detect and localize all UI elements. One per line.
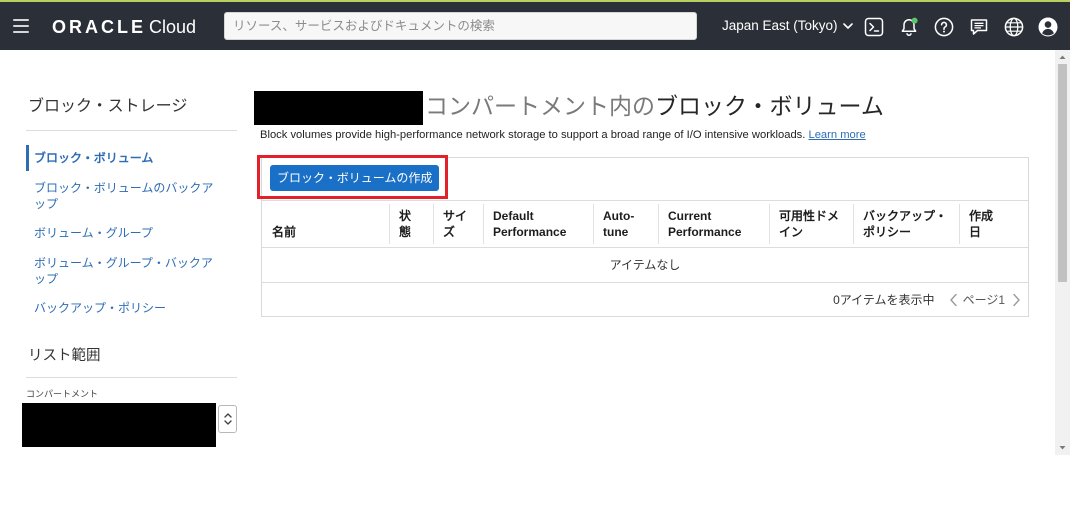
scroll-down-arrow-icon[interactable] bbox=[1055, 444, 1070, 452]
compartment-select-toggle[interactable] bbox=[218, 405, 237, 433]
vertical-scrollbar[interactable] bbox=[1055, 50, 1070, 455]
column-header-backup-policy: バックアップ・ポリシー bbox=[853, 201, 959, 247]
column-header-default-performance: Default Performance bbox=[483, 201, 593, 247]
compartment-select-redacted[interactable] bbox=[22, 403, 216, 447]
page-title-muted: コンパートメント内の bbox=[425, 93, 655, 119]
learn-more-link[interactable]: Learn more bbox=[808, 129, 865, 141]
menu-icon[interactable] bbox=[13, 19, 29, 33]
page-title: コンパートメント内のブロック・ボリューム bbox=[425, 90, 884, 122]
search-input[interactable] bbox=[224, 12, 697, 40]
column-header-current-performance: Current Performance bbox=[658, 201, 769, 247]
column-header-name: 名前 bbox=[272, 225, 297, 239]
compartment-name-redacted bbox=[254, 91, 423, 125]
top-bar: ORACLECloud Japan East (Tokyo) bbox=[0, 0, 1070, 50]
select-arrows-icon bbox=[223, 413, 232, 425]
sidebar-item-volume-groups[interactable]: ボリューム・グループ bbox=[26, 220, 237, 246]
create-block-volume-button[interactable]: ブロック・ボリュームの作成 bbox=[270, 165, 440, 191]
notifications-icon[interactable] bbox=[899, 17, 919, 37]
sidebar-item-volume-group-backups[interactable]: ボリューム・グループ・バックアップ bbox=[26, 250, 237, 292]
sidebar-item-block-volume-backups[interactable]: ブロック・ボリュームのバックアップ bbox=[26, 175, 237, 217]
column-header-state: 状態 bbox=[389, 201, 433, 247]
column-header-created: 作成日 bbox=[959, 201, 1028, 247]
list-scope-divider bbox=[26, 377, 237, 378]
item-count: 0アイテムを表示中 bbox=[833, 293, 935, 307]
sidebar-divider bbox=[26, 130, 237, 131]
panel-toolbar: ブロック・ボリュームの作成 bbox=[262, 158, 1028, 200]
column-header-availability-domain: 可用性ドメイン bbox=[769, 201, 853, 247]
block-volumes-panel: ブロック・ボリュームの作成 名前 状態 サイズ Default Performa… bbox=[261, 157, 1029, 317]
feedback-icon[interactable] bbox=[969, 17, 989, 37]
sidebar-nav: ブロック・ボリューム ブロック・ボリュームのバックアップ ボリューム・グループ … bbox=[26, 145, 237, 325]
page-description: Block volumes provide high-performance n… bbox=[260, 127, 866, 143]
compartment-label: コンパートメント bbox=[26, 389, 99, 399]
list-scope-title: リスト範囲 bbox=[28, 348, 101, 364]
logo-product: Cloud bbox=[149, 17, 197, 37]
profile-icon[interactable] bbox=[1038, 17, 1058, 37]
table-header: 名前 状態 サイズ Default Performance Auto-tune … bbox=[262, 200, 1028, 248]
page-title-main: ブロック・ボリューム bbox=[655, 93, 884, 119]
chevron-left-icon[interactable] bbox=[949, 293, 958, 307]
region-selector[interactable]: Japan East (Tokyo) bbox=[722, 16, 854, 36]
logo-brand: ORACLE bbox=[52, 17, 146, 37]
region-label: Japan East (Tokyo) bbox=[722, 18, 838, 33]
table-footer: 0アイテムを表示中 ページ1 bbox=[262, 283, 1028, 316]
description-text: Block volumes provide high-performance n… bbox=[260, 129, 806, 141]
help-icon[interactable] bbox=[934, 17, 954, 37]
top-accent-line bbox=[0, 0, 1070, 2]
scroll-up-arrow-icon[interactable] bbox=[1055, 53, 1070, 61]
sidebar-item-backup-policies[interactable]: バックアップ・ポリシー bbox=[26, 295, 237, 321]
sidebar-title: ブロック・ストレージ bbox=[28, 98, 188, 115]
scrollbar-thumb[interactable] bbox=[1058, 64, 1067, 282]
cloud-shell-icon[interactable] bbox=[864, 17, 884, 37]
oracle-cloud-logo[interactable]: ORACLE Cloud bbox=[52, 16, 196, 38]
column-header-auto-tune: Auto-tune bbox=[593, 201, 658, 247]
table-empty-message: アイテムなし bbox=[262, 248, 1028, 283]
column-header-size: サイズ bbox=[433, 201, 483, 247]
page-indicator: ページ1 bbox=[962, 293, 1005, 307]
language-icon[interactable] bbox=[1004, 17, 1024, 37]
chevron-right-icon[interactable] bbox=[1012, 293, 1021, 307]
chevron-down-icon bbox=[842, 23, 853, 29]
sidebar-item-block-volumes[interactable]: ブロック・ボリューム bbox=[26, 145, 237, 171]
